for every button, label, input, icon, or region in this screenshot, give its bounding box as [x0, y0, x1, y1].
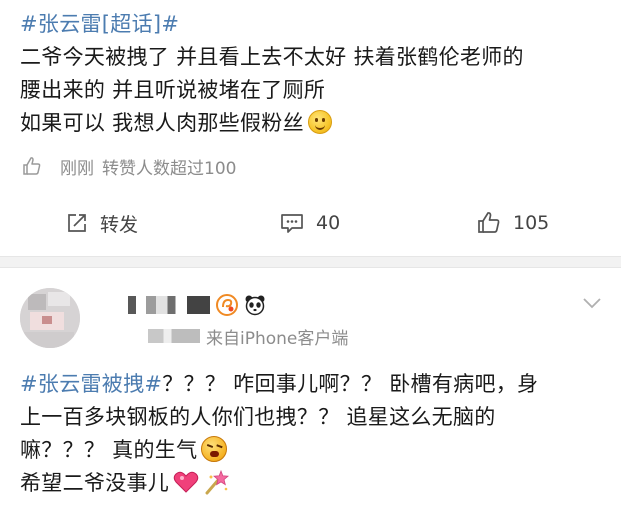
comment-button[interactable]: 40: [280, 208, 340, 238]
post-text-line: 腰出来的 并且听说被堵在了厕所: [20, 78, 326, 102]
like-outline-icon: [23, 157, 41, 175]
smile-emoji-icon: [307, 110, 332, 134]
user-name-redacted[interactable]: [128, 296, 210, 314]
post-text-line: 上一百多块钢板的人你们也拽？？ 追星这么无脑的: [20, 405, 496, 429]
user-name-row: [128, 292, 272, 318]
post-action-bar: 转发 40 105: [0, 198, 621, 250]
post-text: 希望二爷没事儿: [20, 471, 170, 495]
comment-count: 40: [316, 212, 341, 234]
post-text: ？？？ 咋回事儿啊？？ 卧槽有病吧，身: [162, 372, 539, 396]
repost-icon: [68, 214, 86, 232]
post-text-line-with-emoji: 嘛？？？ 真的生气: [20, 434, 610, 467]
feed-divider: [0, 256, 621, 268]
post-content: #张云雷被拽#？？？ 咋回事儿啊？？ 卧槽有病吧，身 上一百多块钢板的人你们也拽…: [20, 368, 610, 500]
chevron-down-icon[interactable]: [582, 296, 602, 310]
post-text: 嘛？？？ 真的生气: [20, 438, 198, 462]
heart-emoji-icon: [173, 471, 199, 493]
post-text-line: 二爷今天被拽了 并且看上去不太好 扶着张鹤伦老师的: [20, 45, 524, 69]
repost-label: 转发: [100, 213, 139, 236]
like-button[interactable]: 105: [477, 208, 549, 238]
membership-badge-icon: [216, 294, 238, 316]
topic-link[interactable]: #张云雷被拽#: [20, 372, 162, 396]
weibo-post[interactable]: 来自iPhone客户端 #张云雷被拽#？？？ 咋回事儿啊？？ 卧槽有病吧，身 上…: [0, 268, 621, 517]
post-meta: 刚刚 转赞人数超过100: [22, 153, 236, 179]
panda-badge-icon: [245, 295, 265, 316]
weibo-post[interactable]: #张云雷[超话]# 二爷今天被拽了 并且看上去不太好 扶着张鹤伦老师的 腰出来的…: [0, 0, 621, 256]
repost-button[interactable]: 转发: [66, 208, 138, 238]
post-time-redacted: [148, 329, 200, 343]
avatar[interactable]: [20, 288, 80, 348]
post-text: 如果可以 我想人肉那些假粉丝: [20, 111, 304, 135]
comment-icon: [281, 214, 303, 233]
magic-wand-emoji-icon: [205, 469, 230, 495]
post-time: 刚刚: [60, 158, 94, 179]
post-stat: 转赞人数超过100: [102, 158, 237, 179]
like-count: 105: [513, 212, 550, 234]
post-text-line-with-emoji: 如果可以 我想人肉那些假粉丝: [20, 107, 610, 140]
post-text-line: #张云雷被拽#？？？ 咋回事儿啊？？ 卧槽有病吧，身: [20, 368, 610, 401]
post-content: #张云雷[超话]# 二爷今天被拽了 并且看上去不太好 扶着张鹤伦老师的 腰出来的…: [20, 8, 610, 140]
post-text-line-with-emoji: 希望二爷没事儿: [20, 467, 610, 500]
source-label: 来自iPhone客户端: [206, 328, 349, 349]
angry-emoji-icon: [201, 436, 228, 462]
weibo-feed: #张云雷[超话]# 二爷今天被拽了 并且看上去不太好 扶着张鹤伦老师的 腰出来的…: [0, 0, 621, 517]
super-topic-link[interactable]: #张云雷[超话]#: [20, 8, 610, 41]
post-source: 来自iPhone客户端: [148, 325, 349, 349]
like-icon: [478, 212, 500, 233]
